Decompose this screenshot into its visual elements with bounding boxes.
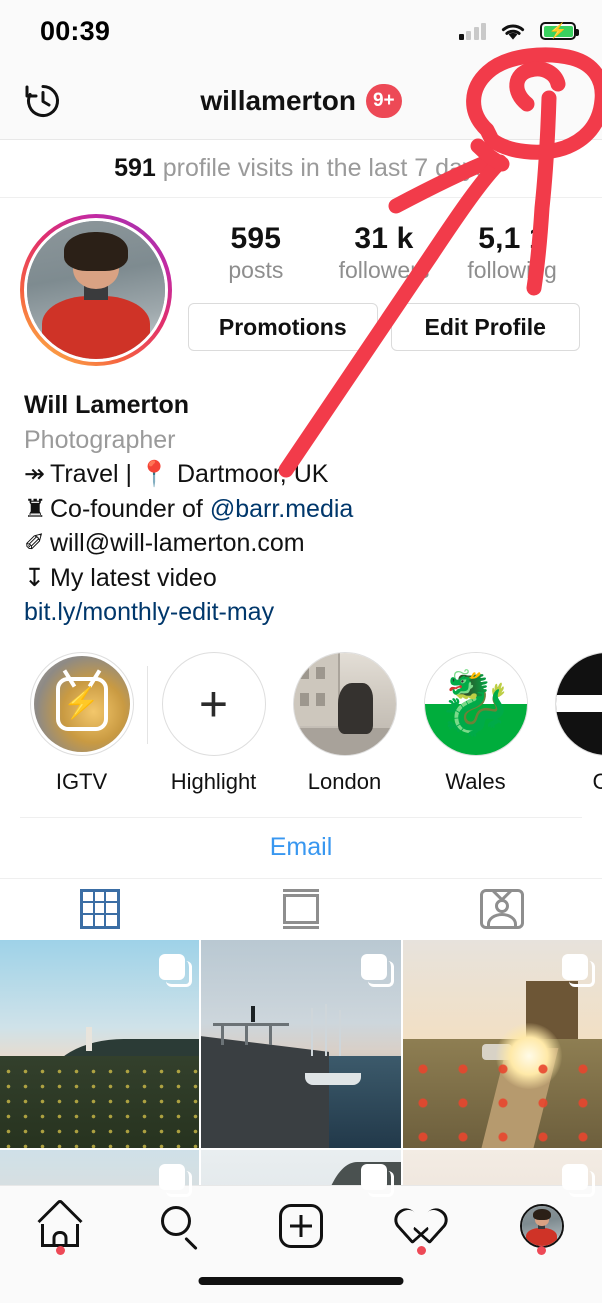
story-highlights-row[interactable]: ⚡ IGTV + Highlight London 🐉 Wales C bbox=[0, 630, 602, 795]
nav-home[interactable] bbox=[0, 1186, 120, 1266]
highlight-igtv[interactable]: ⚡ IGTV bbox=[16, 651, 147, 795]
highlight-london[interactable]: London bbox=[279, 651, 410, 795]
arrows-icon: ↠ bbox=[24, 460, 45, 488]
carousel-tab-icon bbox=[279, 889, 323, 929]
profile-category: Photographer bbox=[24, 425, 176, 454]
bio-line-video: ↧ My latest video bbox=[24, 561, 578, 596]
highlight-new[interactable]: + Highlight bbox=[148, 651, 279, 795]
promotions-button[interactable]: Promotions bbox=[188, 303, 378, 352]
post-sunset-flowers[interactable] bbox=[402, 939, 602, 1148]
search-icon bbox=[159, 1204, 203, 1251]
plus-icon: + bbox=[161, 651, 266, 756]
profile-tabs bbox=[0, 877, 602, 940]
highlight-cover-co bbox=[554, 651, 602, 756]
multi-photo-icon bbox=[561, 1163, 595, 1197]
clock-history-icon[interactable] bbox=[22, 80, 64, 122]
bio-line-email: ✐ will@will-lamerton.com bbox=[24, 526, 578, 561]
highlight-wales[interactable]: 🐉 Wales bbox=[410, 651, 541, 795]
tab-grid[interactable] bbox=[0, 879, 201, 940]
profile-header: 595 posts 31 k followers 5,1 1 following… bbox=[0, 198, 602, 366]
down-arrow-icon: ↧ bbox=[24, 563, 45, 592]
email-action-row: Email bbox=[0, 818, 602, 878]
notification-dot bbox=[55, 1246, 65, 1255]
highlight-co[interactable]: Co bbox=[541, 651, 602, 795]
multi-photo-icon bbox=[360, 1163, 394, 1197]
nav-search[interactable] bbox=[120, 1186, 240, 1266]
multi-photo-icon bbox=[159, 953, 193, 987]
following-label: following bbox=[467, 256, 557, 283]
tab-tagged[interactable] bbox=[401, 879, 602, 940]
grid-tab-icon bbox=[80, 889, 121, 929]
tagged-tab-icon bbox=[479, 889, 524, 929]
edit-profile-button[interactable]: Edit Profile bbox=[390, 303, 580, 352]
bio-section: Will Lamerton Photographer ↠ Travel | 📍 D… bbox=[0, 366, 602, 630]
bio-email-text: will@will-lamerton.com bbox=[50, 529, 305, 557]
profile-nav-bar: willamerton 9+ bbox=[0, 62, 602, 140]
bio-travel-text: Travel | 📍 Dartmoor, UK bbox=[50, 460, 329, 488]
mention-link-barr-media[interactable]: @barr.media bbox=[210, 495, 354, 523]
status-time: 00:39 bbox=[40, 15, 111, 46]
cellular-signal-icon bbox=[458, 22, 486, 40]
posts-grid bbox=[0, 939, 602, 1226]
multi-photo-icon bbox=[159, 1163, 193, 1197]
add-post-icon bbox=[279, 1204, 324, 1248]
notification-dot bbox=[416, 1246, 426, 1255]
nav-add-post[interactable] bbox=[241, 1186, 361, 1266]
rook-icon: ♜ bbox=[24, 494, 47, 523]
display-name: Will Lamerton bbox=[24, 391, 190, 419]
status-badge: 9+ bbox=[365, 83, 402, 118]
phone-screen: 00:39 ⚡ willamerton 9+ 591 profile visit… bbox=[0, 0, 602, 1303]
followers-count: 31 k bbox=[354, 222, 414, 255]
profile-visits-banner[interactable]: 591 profile visits in the last 7 days bbox=[0, 140, 602, 198]
pencil-icon: ✐ bbox=[24, 529, 45, 557]
hamburger-menu-icon[interactable] bbox=[534, 87, 576, 114]
bio-line-travel: ↠ Travel | 📍 Dartmoor, UK bbox=[24, 457, 578, 492]
profile-avatar-icon bbox=[519, 1204, 564, 1248]
stat-followers[interactable]: 31 k followers bbox=[339, 222, 430, 284]
tab-carousel[interactable] bbox=[201, 879, 402, 940]
bio-video-text: My latest video bbox=[50, 563, 217, 592]
activity-heart-icon bbox=[390, 1203, 453, 1247]
email-button[interactable]: Email bbox=[270, 833, 333, 862]
post-harbour-boats[interactable] bbox=[201, 939, 401, 1148]
bio-website-link[interactable]: bit.ly/monthly-edit-may bbox=[24, 595, 578, 630]
igtv-icon: ⚡ bbox=[29, 651, 134, 756]
highlight-cover-london bbox=[292, 651, 397, 756]
bio-cofounder-text: Co-founder of bbox=[50, 494, 210, 523]
status-bar: 00:39 ⚡ bbox=[0, 0, 602, 62]
visits-text: profile visits in the last 7 days bbox=[162, 154, 488, 182]
status-indicators: ⚡ bbox=[458, 21, 579, 42]
stat-posts[interactable]: 595 posts bbox=[211, 222, 301, 284]
highlight-cover-wales: 🐉 bbox=[423, 651, 528, 756]
multi-photo-icon bbox=[360, 953, 394, 987]
following-count: 5,1 1 bbox=[478, 222, 546, 255]
post-lighthouse-daffodils[interactable] bbox=[0, 939, 200, 1148]
profile-actions: Promotions Edit Profile bbox=[186, 303, 582, 352]
multi-photo-icon bbox=[561, 953, 595, 987]
posts-count: 595 bbox=[230, 222, 282, 255]
wifi-icon bbox=[501, 24, 525, 40]
nav-profile[interactable] bbox=[482, 1186, 602, 1266]
page-title: willamerton 9+ bbox=[0, 83, 602, 118]
highlight-label: Co bbox=[592, 768, 602, 794]
highlight-label: IGTV bbox=[55, 768, 108, 794]
bio-line-cofounder: ♜ Co-founder of @barr.media bbox=[24, 492, 578, 527]
posts-label: posts bbox=[228, 256, 284, 283]
highlight-label: Wales bbox=[445, 768, 506, 794]
home-indicator bbox=[198, 1277, 404, 1285]
stats-row: 595 posts 31 k followers 5,1 1 following bbox=[186, 222, 582, 284]
notification-dot bbox=[537, 1246, 547, 1255]
username-label: willamerton bbox=[200, 84, 356, 116]
highlight-label: Highlight bbox=[170, 768, 257, 794]
highlight-label: London bbox=[307, 768, 382, 794]
home-icon bbox=[37, 1198, 83, 1247]
nav-activity[interactable] bbox=[361, 1186, 481, 1266]
followers-label: followers bbox=[338, 256, 430, 283]
avatar[interactable] bbox=[20, 214, 172, 366]
visits-count: 591 bbox=[114, 154, 156, 182]
stat-following[interactable]: 5,1 1 following bbox=[467, 222, 557, 284]
battery-charging-icon: ⚡ bbox=[540, 22, 579, 40]
bottom-navigation-bar bbox=[0, 1185, 602, 1303]
